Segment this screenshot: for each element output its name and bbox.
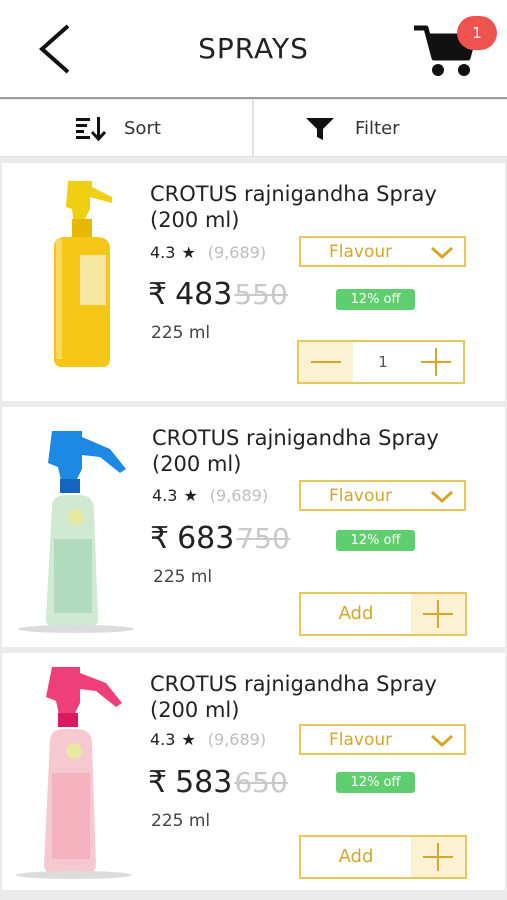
product-name-line2: (200 ml) <box>150 208 240 232</box>
filter-label: Filter <box>355 118 400 139</box>
product-size: 225 ml <box>151 323 211 343</box>
sort-label: Sort <box>124 118 161 139</box>
currency-symbol: ₹ <box>150 521 170 556</box>
star-icon: ★ <box>183 486 198 505</box>
chevron-down-icon <box>430 490 454 504</box>
quantity-value: 1 <box>378 353 388 371</box>
currency-symbol: ₹ <box>148 765 168 800</box>
flavour-dropdown[interactable]: Flavour <box>299 724 466 755</box>
rating-value: 4.3 <box>150 243 176 262</box>
rating-value: 4.3 <box>152 486 178 505</box>
quantity-stepper: 1 <box>297 340 465 384</box>
price-value: 483 <box>175 277 233 312</box>
filter-icon <box>306 117 334 140</box>
rating-count: (9,689) <box>209 486 269 505</box>
star-icon: ★ <box>181 243 196 262</box>
flavour-label: Flavour <box>329 241 393 262</box>
sort-filter-bar: Sort Filter <box>0 100 507 157</box>
increase-quantity-button[interactable] <box>409 342 463 382</box>
product-size: 225 ml <box>151 811 211 831</box>
star-icon: ★ <box>181 730 196 749</box>
add-to-cart-button[interactable]: Add <box>299 835 467 879</box>
product-card[interactable]: CROTUS rajnigandha Spray (200 ml) 4.3 ★ … <box>2 653 505 890</box>
rating-value: 4.3 <box>150 730 176 749</box>
add-plus-area <box>411 837 465 877</box>
mrp-value: 550 <box>234 278 288 311</box>
discount-badge: 12% off <box>336 772 415 793</box>
discount-badge: 12% off <box>336 289 415 310</box>
flavour-dropdown[interactable]: Flavour <box>299 236 466 267</box>
filter-button[interactable]: Filter <box>305 100 400 157</box>
price-value: 583 <box>175 765 233 800</box>
rating-count: (9,689) <box>207 243 267 262</box>
sort-button[interactable]: Sort <box>76 100 161 157</box>
toolbar-divider <box>252 100 254 157</box>
plus-icon <box>421 348 451 376</box>
product-name-line1: CROTUS rajnigandha Spray <box>150 182 437 206</box>
flavour-dropdown[interactable]: Flavour <box>299 480 466 511</box>
chevron-down-icon <box>430 734 454 748</box>
add-to-cart-button[interactable]: Add <box>299 592 467 636</box>
rating-count: (9,689) <box>207 730 267 749</box>
plus-icon <box>423 843 453 871</box>
discount-badge: 12% off <box>336 530 415 551</box>
price-row: ₹ 683 750 <box>150 521 290 556</box>
price-row: ₹ 483 550 <box>148 277 288 312</box>
flavour-label: Flavour <box>329 485 393 506</box>
price-value: 683 <box>177 521 235 556</box>
product-name: CROTUS rajnigandha Spray (200 ml) <box>150 181 437 233</box>
product-name: CROTUS rajnigandha Spray (200 ml) <box>152 425 439 477</box>
mrp-value: 650 <box>234 766 288 799</box>
product-rating: 4.3 ★ (9,689) <box>152 486 268 505</box>
product-name-line1: CROTUS rajnigandha Spray <box>150 672 437 696</box>
currency-symbol: ₹ <box>148 277 168 312</box>
product-name: CROTUS rajnigandha Spray (200 ml) <box>150 671 437 723</box>
price-row: ₹ 583 650 <box>148 765 288 800</box>
product-card[interactable]: CROTUS rajnigandha Spray (200 ml) 4.3 ★ … <box>2 407 505 647</box>
decrease-quantity-button[interactable] <box>299 342 353 382</box>
product-name-line2: (200 ml) <box>150 698 240 722</box>
sort-icon <box>76 116 106 141</box>
add-label: Add <box>338 603 374 624</box>
app-header: SPRAYS 1 <box>0 0 507 99</box>
product-card[interactable]: CROTUS rajnigandha Spray (200 ml) 4.3 ★ … <box>2 163 505 401</box>
add-plus-area <box>411 594 465 634</box>
product-name-line2: (200 ml) <box>152 452 242 476</box>
product-name-line1: CROTUS rajnigandha Spray <box>152 426 439 450</box>
plus-icon <box>423 600 453 628</box>
chevron-down-icon <box>430 246 454 260</box>
product-image <box>54 181 112 367</box>
product-rating: 4.3 ★ (9,689) <box>150 730 266 749</box>
mrp-value: 750 <box>236 522 290 555</box>
product-rating: 4.3 ★ (9,689) <box>150 243 266 262</box>
product-image <box>16 667 132 879</box>
cart-count-badge: 1 <box>457 16 497 50</box>
add-label: Add <box>338 846 374 867</box>
product-image <box>18 431 134 633</box>
flavour-label: Flavour <box>329 729 393 750</box>
product-size: 225 ml <box>153 567 213 587</box>
minus-icon <box>311 361 341 363</box>
